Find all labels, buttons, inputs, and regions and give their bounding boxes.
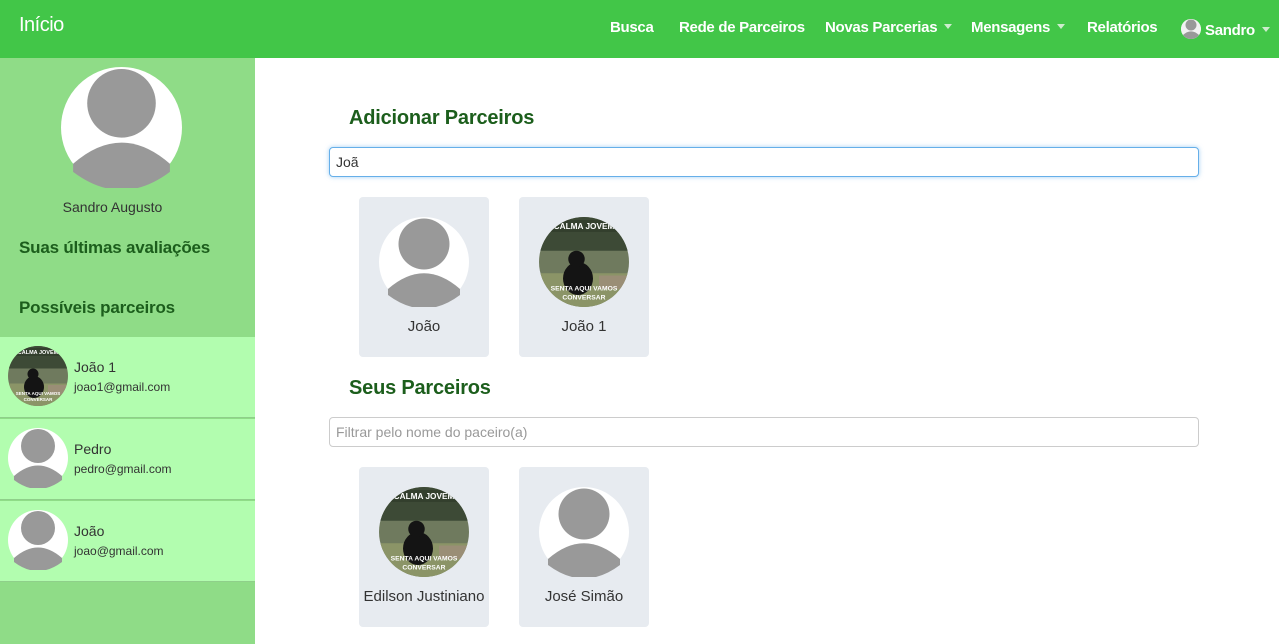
default-user-avatar bbox=[379, 217, 469, 307]
search-result-card[interactable]: CALMA JOVEM SENTA AQUI VAMOS CONVERSAR Joã… bbox=[519, 197, 649, 357]
add-partners-heading: Adicionar Parceiros bbox=[349, 107, 535, 129]
partner-filter-input[interactable] bbox=[329, 417, 1199, 447]
chevron-down-icon bbox=[1057, 24, 1065, 29]
user-menu-dropdown[interactable]: Sandro bbox=[1181, 19, 1270, 39]
nav-novas-parcerias-label: Novas Parcerias bbox=[825, 19, 938, 36]
top-navbar: Início Busca Rede de Parceiros Novas Par… bbox=[0, 0, 1279, 58]
nav-relatorios[interactable]: Relatórios bbox=[1087, 19, 1158, 36]
meme-bottom-text: CONVERSAR bbox=[562, 295, 605, 302]
partner-card[interactable]: José Simão bbox=[519, 467, 649, 627]
search-result-card[interactable]: João bbox=[359, 197, 489, 357]
home-link[interactable]: Início bbox=[19, 14, 64, 37]
search-result-name: João 1 bbox=[561, 318, 607, 335]
possible-partner-name: Pedro bbox=[74, 441, 112, 457]
meme-bottom-text: SENTA AQUI VAMOS bbox=[16, 391, 61, 396]
possible-partner-name: João 1 bbox=[74, 359, 117, 375]
sidebar: Sandro Augusto Suas últimas avaliações P… bbox=[0, 58, 255, 644]
meme-bottom-text: CONVERSAR bbox=[24, 397, 54, 402]
nav-rede-de-parceiros[interactable]: Rede de Parceiros bbox=[679, 19, 805, 36]
possible-partner-email: joao@gmail.com bbox=[74, 544, 164, 558]
chevron-down-icon bbox=[1261, 27, 1270, 32]
default-user-avatar bbox=[539, 487, 629, 577]
possible-partner-email: joao1@gmail.com bbox=[74, 380, 171, 394]
possible-partner-email: pedro@gmail.com bbox=[74, 462, 172, 476]
partner-name: Edilson Justiniano bbox=[363, 588, 485, 605]
default-user-avatar bbox=[8, 428, 68, 488]
meme-bottom-text: SENTA AQUI VAMOS bbox=[391, 556, 458, 563]
bear-meme-avatar: CALMA JOVEM SENTA AQUI VAMOS CONVERSAR bbox=[379, 487, 469, 577]
your-partners-heading: Seus Parceiros bbox=[349, 377, 491, 399]
possible-partner-item[interactable]: João joao@gmail.com bbox=[0, 501, 255, 582]
nav-mensagens-label: Mensagens bbox=[971, 19, 1050, 36]
meme-bottom-text: CONVERSAR bbox=[402, 565, 445, 572]
profile-avatar bbox=[61, 67, 182, 188]
chevron-down-icon bbox=[944, 24, 953, 29]
partner-card[interactable]: CALMA JOVEM SENTA AQUI VAMOS CONVERSAR Edi… bbox=[359, 467, 489, 627]
profile-name: Sandro Augusto bbox=[62, 199, 163, 215]
partner-name: José Simão bbox=[544, 588, 624, 605]
possible-partner-name: João bbox=[74, 523, 105, 539]
search-result-name: João bbox=[407, 318, 441, 335]
default-user-avatar bbox=[8, 510, 68, 570]
meme-bottom-text: SENTA AQUI VAMOS bbox=[551, 286, 618, 293]
user-menu-label: Sandro bbox=[1205, 22, 1255, 39]
possible-partner-item[interactable]: CALMA JOVEM SENTA AQUI VAMOS CONVERSAR Joã… bbox=[0, 337, 255, 418]
meme-top-text: CALMA JOVEM bbox=[554, 222, 615, 231]
nav-novas-parcerias-dropdown[interactable]: Novas Parcerias bbox=[825, 19, 953, 36]
meme-top-text: CALMA JOVEM bbox=[394, 492, 455, 501]
nav-mensagens-dropdown[interactable]: Mensagens bbox=[971, 19, 1065, 36]
nav-busca[interactable]: Busca bbox=[610, 19, 654, 36]
possible-partners-heading: Possíveis parceiros bbox=[19, 298, 175, 317]
bear-meme-avatar: CALMA JOVEM SENTA AQUI VAMOS CONVERSAR bbox=[8, 346, 68, 406]
user-avatar-icon bbox=[1181, 19, 1201, 39]
possible-partner-item[interactable]: Pedro pedro@gmail.com bbox=[0, 419, 255, 500]
meme-top-text: CALMA JOVEM bbox=[18, 350, 59, 356]
reviews-heading: Suas últimas avaliações bbox=[19, 238, 211, 257]
partner-search-input[interactable] bbox=[329, 147, 1199, 177]
bear-meme-avatar: CALMA JOVEM SENTA AQUI VAMOS CONVERSAR bbox=[539, 217, 629, 307]
